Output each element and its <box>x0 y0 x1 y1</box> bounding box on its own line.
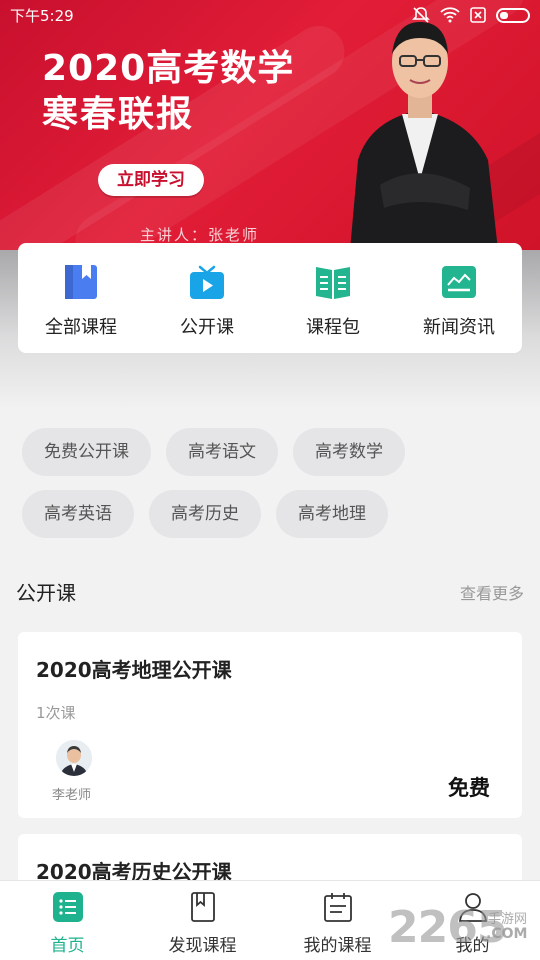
status-bar: 下午5:29 <box>0 0 540 30</box>
nav-label: 全部课程 <box>45 317 117 338</box>
watermark-domain: .COM <box>486 926 528 942</box>
calendar-list-icon <box>323 893 352 922</box>
status-time: 下午5:29 <box>10 6 74 25</box>
teacher-photo <box>350 22 498 250</box>
wifi-icon <box>440 7 460 23</box>
banner-title: 2020高考数学 <box>42 48 295 89</box>
promo-banner[interactable]: 2020高考数学 寒春联报 立即学习 主讲人：张老师 <box>0 0 540 250</box>
study-now-button[interactable]: 立即学习 <box>98 164 204 196</box>
nav-course-packages[interactable]: 课程包 <box>270 243 396 353</box>
tab-my-courses[interactable]: 我的课程 <box>270 881 405 960</box>
news-chart-icon <box>442 266 476 298</box>
battery-icon <box>496 7 530 23</box>
section-title: 公开课 <box>16 581 76 605</box>
subject-tags: 免费公开课 高考语文 高考数学 高考英语 高考历史 高考地理 <box>22 428 522 552</box>
sim-off-icon <box>470 7 486 23</box>
tag-free-open-course[interactable]: 免费公开课 <box>22 428 151 476</box>
tag-gaokao-english[interactable]: 高考英语 <box>22 490 134 538</box>
tab-home[interactable]: 首页 <box>0 881 135 960</box>
tag-row: 免费公开课 高考语文 高考数学 <box>22 428 522 476</box>
nav-open-courses[interactable]: 公开课 <box>144 243 270 353</box>
banner-subtitle: 寒春联报 <box>42 94 195 135</box>
tag-gaokao-history[interactable]: 高考历史 <box>149 490 261 538</box>
tab-label: 首页 <box>50 936 85 956</box>
banner-speaker: 主讲人：张老师 <box>140 226 260 244</box>
tab-discover-courses[interactable]: 发现课程 <box>135 881 270 960</box>
course-lesson-count: 1次课 <box>36 704 76 722</box>
teacher-name: 李老师 <box>52 788 92 803</box>
bookmark-icon <box>190 892 215 922</box>
course-card[interactable]: 2020高考地理公开课 1次课 李老师 免费 <box>18 632 522 818</box>
tag-gaokao-chinese[interactable]: 高考语文 <box>166 428 278 476</box>
nav-label: 公开课 <box>180 317 234 338</box>
tag-gaokao-math[interactable]: 高考数学 <box>293 428 405 476</box>
quick-nav-card: 全部课程 公开课 课程包 新闻资讯 <box>18 243 522 353</box>
tv-play-icon <box>190 265 224 299</box>
nav-news[interactable]: 新闻资讯 <box>396 243 522 353</box>
mute-bell-icon <box>412 7 430 23</box>
nav-label: 课程包 <box>306 317 360 338</box>
open-book-icon <box>316 267 350 299</box>
tag-gaokao-geography[interactable]: 高考地理 <box>276 490 388 538</box>
site-watermark: 2265 手游网 .COM <box>388 902 540 958</box>
status-icons <box>412 6 530 24</box>
course-title: 2020高考地理公开课 <box>36 658 232 682</box>
course-price: 免费 <box>448 776 490 800</box>
nav-all-courses[interactable]: 全部课程 <box>18 243 144 353</box>
watermark-text: 手游网 <box>488 912 528 927</box>
tab-label: 发现课程 <box>168 936 237 956</box>
avatar <box>56 740 92 776</box>
bookmark-book-icon <box>65 265 97 299</box>
teacher-avatar-icon <box>56 740 92 776</box>
see-more-link[interactable]: 查看更多 <box>460 580 524 604</box>
tab-label: 我的课程 <box>303 936 372 956</box>
home-list-icon <box>52 892 83 922</box>
nav-label: 新闻资讯 <box>423 317 495 338</box>
tag-row: 高考英语 高考历史 高考地理 <box>22 490 522 538</box>
